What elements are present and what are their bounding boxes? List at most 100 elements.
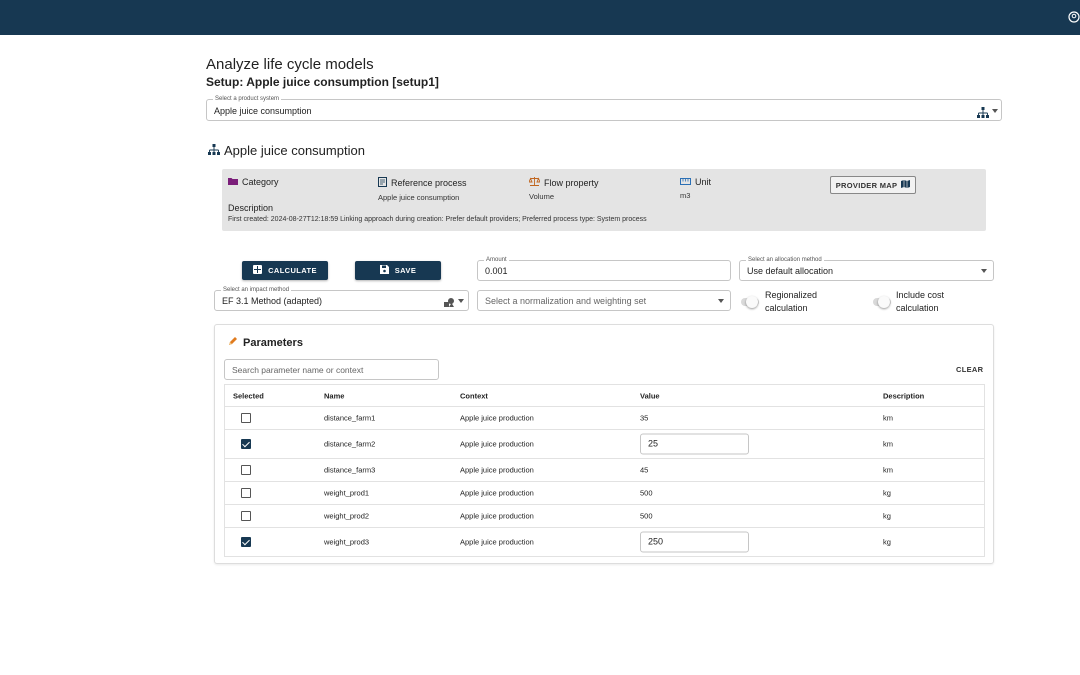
impact-method-select[interactable]: Select an impact method EF 3.1 Method (a… — [214, 285, 469, 313]
chevron-down-icon[interactable] — [718, 299, 724, 303]
map-icon — [901, 180, 911, 190]
save-icon — [379, 265, 389, 276]
parameter-description: kg — [883, 488, 891, 498]
row-checkbox[interactable] — [241, 439, 251, 449]
row-checkbox[interactable] — [241, 413, 251, 423]
scale-icon — [528, 177, 541, 188]
regionalized-toggle[interactable] — [741, 296, 759, 308]
folder-icon — [228, 177, 238, 187]
parameter-name: distance_farm3 — [324, 465, 376, 475]
reference-process-column: Reference process Apple juice consumptio… — [378, 177, 467, 202]
calculate-label: CALCULATE — [268, 266, 317, 275]
product-system-select[interactable]: Select a product system Apple juice cons… — [206, 94, 1002, 123]
calculator-icon — [253, 265, 263, 276]
parameter-description: km — [883, 439, 893, 449]
normalization-weighting-select[interactable]: Select a normalization and weighting set — [477, 290, 731, 311]
clear-button[interactable]: CLEAR — [956, 365, 983, 374]
amount-field-label: Amount — [484, 255, 509, 265]
chevron-down-icon[interactable] — [458, 299, 464, 303]
page-title: Analyze life cycle models — [206, 56, 374, 73]
table-row: distance_farm1 Apple juice production 35… — [225, 407, 984, 430]
provider-map-button[interactable]: PROVIDER MAP — [830, 176, 916, 194]
top-app-bar — [0, 0, 1080, 35]
row-checkbox[interactable] — [241, 488, 251, 498]
unit-column: Unit m3 — [680, 177, 711, 200]
parameter-value: 35 — [640, 413, 649, 423]
section-title: Apple juice consumption — [224, 143, 365, 158]
save-button[interactable]: SAVE — [355, 261, 441, 280]
parameter-name: distance_farm1 — [324, 413, 376, 423]
account-circle-icon[interactable] — [1068, 11, 1080, 23]
table-row: weight_prod3 Apple juice production 250 … — [225, 528, 984, 556]
calculate-button[interactable]: CALCULATE — [242, 261, 328, 280]
parameters-card: Parameters CLEAR Selected Name Context V… — [214, 324, 994, 564]
column-header-description: Description — [883, 391, 925, 400]
parameter-context: Apple juice production — [460, 439, 534, 449]
chevron-down-icon[interactable] — [992, 109, 998, 113]
impact-shapes-icon[interactable] — [444, 295, 455, 313]
description-text: First created: 2024-08-27T12:18:59 Linki… — [228, 216, 647, 223]
parameter-name: weight_prod1 — [324, 488, 370, 498]
include-cost-toggle[interactable] — [873, 296, 891, 308]
parameter-description: km — [883, 465, 893, 475]
parameter-context: Apple juice production — [460, 413, 534, 423]
parameter-name: distance_farm2 — [324, 439, 376, 449]
column-header-name: Name — [324, 391, 345, 400]
product-system-heading: Apple juice consumption — [208, 143, 365, 158]
row-checkbox[interactable] — [241, 537, 251, 547]
hierarchy-icon[interactable] — [977, 105, 989, 123]
amount-field[interactable]: Amount 0.001 — [477, 255, 731, 281]
normalization-placeholder: Select a normalization and weighting set — [485, 296, 647, 306]
allocation-method-label: Select an allocation method — [746, 255, 824, 265]
parameters-title: Parameters — [243, 336, 303, 349]
save-label: SAVE — [394, 266, 417, 275]
table-header-row: Selected Name Context Value Description — [225, 385, 984, 407]
document-icon — [378, 177, 387, 189]
include-cost-toggle-label: Include cost calculation — [896, 290, 945, 313]
product-system-info-panel: Category Reference process Apple juice c… — [222, 169, 986, 231]
parameter-context: Apple juice production — [460, 537, 534, 547]
provider-map-label: PROVIDER MAP — [835, 180, 898, 190]
flow-property-value: Volume — [529, 192, 555, 201]
description-label: Description — [228, 203, 274, 213]
parameter-value: 45 — [640, 465, 649, 475]
column-header-context: Context — [460, 391, 488, 400]
chevron-down-icon[interactable] — [981, 269, 987, 273]
parameter-value: 500 — [640, 488, 653, 498]
parameter-description: kg — [883, 511, 891, 521]
row-checkbox[interactable] — [241, 465, 251, 475]
impact-method-label: Select an impact method — [221, 285, 292, 295]
parameter-value: 500 — [640, 511, 653, 521]
amount-value: 0.001 — [485, 266, 508, 276]
allocation-method-value: Use default allocation — [747, 266, 834, 276]
parameter-context: Apple juice production — [460, 488, 534, 498]
parameter-name: weight_prod2 — [324, 511, 370, 521]
pencil-icon — [228, 336, 238, 349]
column-header-value: Value — [640, 391, 660, 400]
parameter-value-input[interactable]: 250 — [640, 531, 749, 553]
reference-process-label: Reference process — [391, 178, 467, 188]
parameter-description: kg — [883, 537, 891, 547]
parameter-context: Apple juice production — [460, 511, 534, 521]
hierarchy-icon — [208, 143, 220, 158]
regionalized-toggle-label: Regionalized calculation — [765, 290, 818, 313]
parameter-search-box[interactable] — [224, 359, 439, 380]
column-header-selected: Selected — [233, 391, 264, 400]
impact-method-value: EF 3.1 Method (adapted) — [222, 296, 323, 306]
parameter-search-input[interactable] — [225, 360, 438, 380]
category-label: Category — [242, 177, 279, 187]
parameters-table: Selected Name Context Value Description … — [224, 384, 985, 557]
unit-label: Unit — [695, 177, 712, 187]
setup-title: Setup: Apple juice consumption [setup1] — [206, 75, 439, 89]
flow-property-label: Flow property — [544, 177, 599, 188]
table-row: weight_prod2 Apple juice production 500 … — [225, 505, 984, 528]
table-row: weight_prod1 Apple juice production 500 … — [225, 482, 984, 505]
unit-value: m3 — [680, 191, 691, 200]
table-row: distance_farm2 Apple juice production 25… — [225, 430, 984, 459]
parameter-description: km — [883, 413, 893, 423]
parameters-heading: Parameters — [228, 336, 303, 349]
parameter-value-input[interactable]: 25 — [640, 433, 749, 455]
allocation-method-select[interactable]: Select an allocation method Use default … — [739, 255, 994, 281]
row-checkbox[interactable] — [241, 511, 251, 521]
ruler-icon — [680, 177, 691, 187]
